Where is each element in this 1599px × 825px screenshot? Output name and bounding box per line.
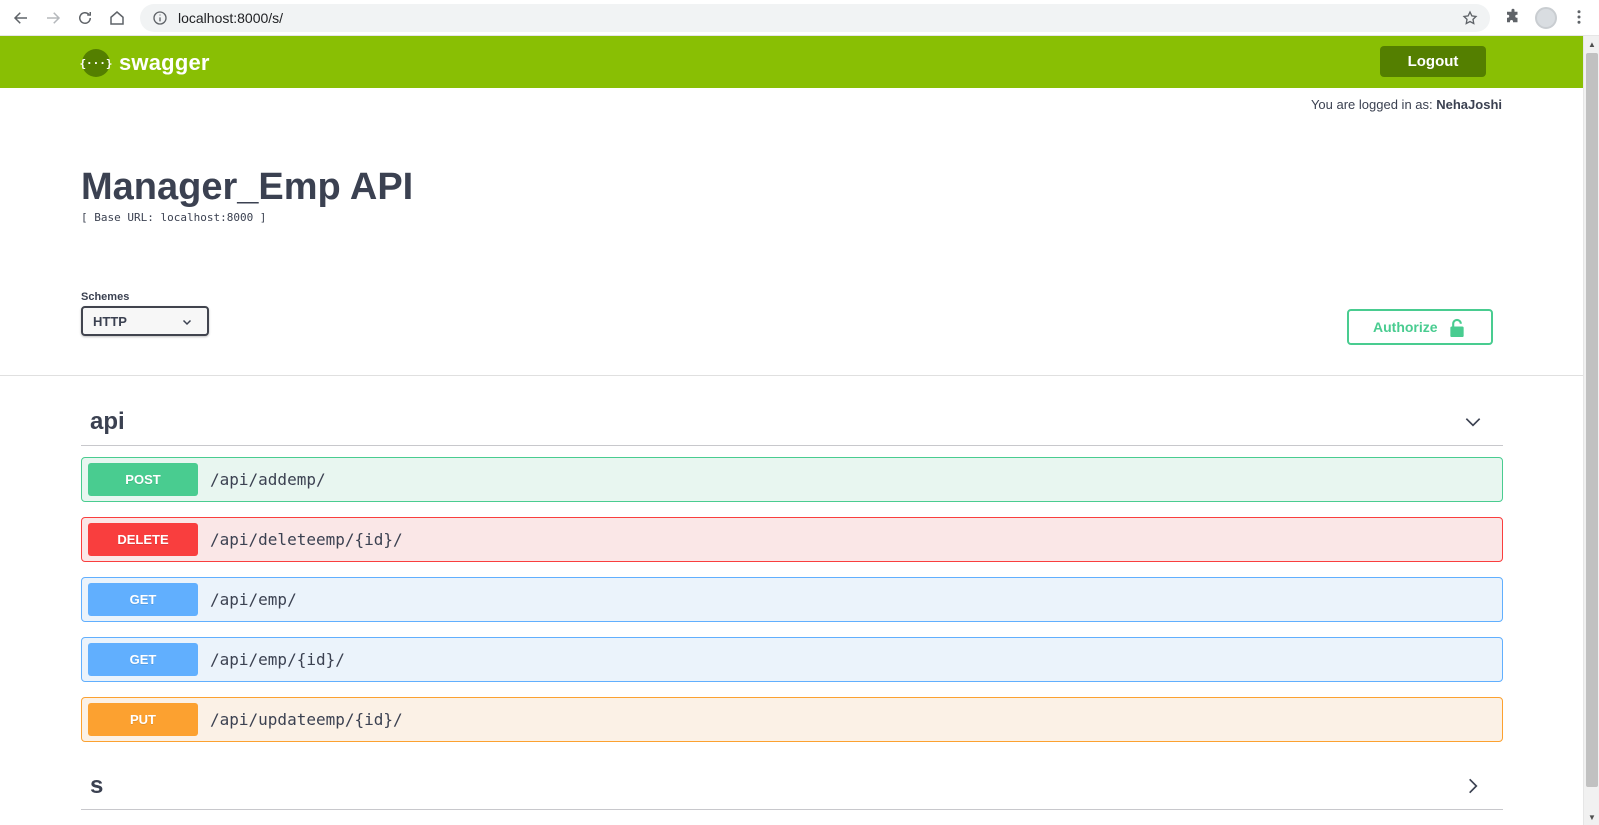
operation-put-updateemp[interactable]: PUT /api/updateemp/{id}/: [81, 697, 1503, 742]
page-title: Manager_Emp API: [81, 166, 414, 208]
schemes-select[interactable]: HTTP: [81, 306, 209, 336]
star-icon[interactable]: [1462, 10, 1478, 26]
scroll-up-icon[interactable]: ▲: [1584, 36, 1599, 52]
url-text[interactable]: localhost:8000/s/: [178, 10, 283, 26]
chevron-down-icon[interactable]: [1463, 412, 1483, 432]
logged-in-prefix: You are logged in as:: [1310, 97, 1437, 112]
scroll-thumb[interactable]: [1586, 53, 1598, 787]
back-icon[interactable]: [5, 2, 37, 34]
tag-name: s: [90, 771, 104, 799]
operation-delete-deleteemp[interactable]: DELETE /api/deleteemp/{id}/: [81, 517, 1503, 562]
method-badge: GET: [88, 643, 198, 676]
operation-path: /api/deleteemp/{id}/: [210, 530, 403, 549]
page-scrollbar[interactable]: ▲ ▼: [1583, 36, 1599, 825]
method-badge: POST: [88, 463, 198, 496]
forward-icon[interactable]: [37, 2, 69, 34]
logout-button[interactable]: Logout: [1380, 46, 1486, 77]
swagger-logo-text: swagger: [119, 50, 210, 75]
operation-post-addemp[interactable]: POST /api/addemp/: [81, 457, 1503, 502]
chevron-right-icon[interactable]: [1463, 776, 1483, 796]
chevron-down-icon: [182, 319, 192, 326]
swagger-logo[interactable]: {···} swagger: [79, 49, 210, 77]
reload-icon[interactable]: [69, 2, 101, 34]
info-icon[interactable]: [152, 10, 168, 26]
swagger-logo-icon: {···}: [79, 49, 113, 77]
tag-header-s[interactable]: s: [81, 762, 1503, 810]
method-badge: PUT: [88, 703, 198, 736]
logged-in-username: NehaJoshi: [1436, 97, 1502, 112]
operation-get-emp-id[interactable]: GET /api/emp/{id}/: [81, 637, 1503, 682]
method-badge: DELETE: [88, 523, 198, 556]
method-badge: GET: [88, 583, 198, 616]
tag-name: api: [90, 407, 125, 435]
section-divider: [0, 375, 1583, 376]
authorize-label: Authorize: [1373, 319, 1438, 335]
logged-in-status: You are logged in as: NehaJoshi: [1311, 97, 1502, 112]
profile-icon[interactable]: [1535, 7, 1557, 29]
tag-header-api[interactable]: api: [81, 398, 1503, 446]
authorize-button[interactable]: Authorize: [1347, 309, 1493, 345]
swagger-topbar: {···} swagger Logout: [0, 36, 1583, 88]
address-bar[interactable]: localhost:8000/s/: [140, 4, 1490, 32]
operation-path: /api/emp/: [210, 590, 297, 609]
operation-get-emp[interactable]: GET /api/emp/: [81, 577, 1503, 622]
extensions-icon[interactable]: [1504, 8, 1522, 26]
home-icon[interactable]: [101, 2, 133, 34]
schemes-label: Schemes: [81, 291, 130, 303]
browser-toolbar: localhost:8000/s/: [0, 0, 1599, 36]
operation-path: /api/addemp/: [210, 470, 326, 489]
unlocked-icon: [1450, 318, 1464, 337]
schemes-selected-value: HTTP: [93, 313, 127, 329]
base-url: [ Base URL: localhost:8000 ]: [81, 211, 267, 224]
menu-icon[interactable]: [1570, 8, 1588, 26]
scroll-down-icon[interactable]: ▼: [1584, 809, 1599, 825]
operation-path: /api/updateemp/{id}/: [210, 710, 403, 729]
operation-path: /api/emp/{id}/: [210, 650, 345, 669]
